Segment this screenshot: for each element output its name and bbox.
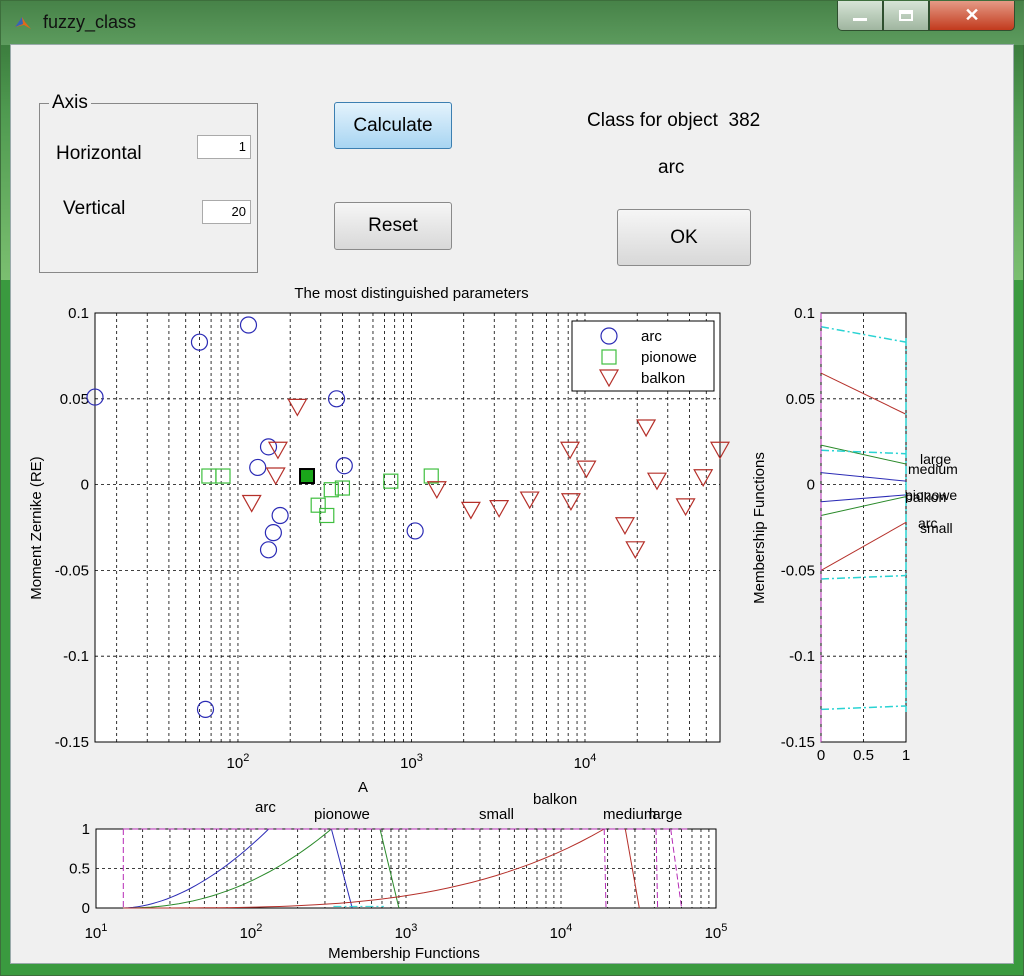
main-y-tick-label: 0.05 <box>60 391 89 408</box>
bottom-x-tick-label: 101 <box>85 922 108 942</box>
main-y-tick-label: -0.1 <box>63 648 89 665</box>
bottom-x-axis-label: Membership Functions <box>328 945 480 962</box>
right-y-tick-label: -0.05 <box>781 562 815 579</box>
right-x-tick-label: 1 <box>902 747 910 764</box>
bottom-curve-label-pionowe: pionowe <box>314 806 370 823</box>
bottom-x-tick-label: 104 <box>550 922 573 942</box>
right-curve-label-balkon: balkon <box>905 489 946 505</box>
right-y-tick-label: 0.05 <box>786 391 815 408</box>
right-y-tick-label: -0.1 <box>789 648 815 665</box>
right-y-axis-label: Membership Functions <box>751 452 768 604</box>
right-y-tick-label: 0.1 <box>794 305 815 322</box>
bottom-y-tick-label: 0 <box>82 900 90 917</box>
legend-label-arc: arc <box>641 328 662 345</box>
selected-object-marker <box>299 468 316 485</box>
charts-layer: 0.1 0.05 0 -0.05 -0.1 -0.15 102 103 104 The most … <box>28 285 958 962</box>
main-x-tick-label: 104 <box>574 752 597 772</box>
main-x-tick-label: 103 <box>400 752 423 772</box>
main-y-axis-label: Moment Zernike (RE) <box>28 456 45 599</box>
legend-label-pionowe: pionowe <box>641 349 697 366</box>
legend-label-balkon: balkon <box>641 370 685 387</box>
bottom-x-tick-label: 103 <box>395 922 418 942</box>
main-y-tick-label: 0 <box>81 477 89 494</box>
bottom-y-tick-label: 1 <box>82 821 90 838</box>
main-y-tick-label: 0.1 <box>68 305 89 322</box>
main-x-tick-label: 102 <box>227 752 250 772</box>
right-curve-label-small: small <box>920 520 953 536</box>
bottom-curve-label-balkon: balkon <box>533 791 577 808</box>
right-curve-label-medium: medium <box>908 461 958 477</box>
right-x-tick-label: 0 <box>817 747 825 764</box>
main-x-axis-label: A <box>358 779 368 796</box>
right-y-tick-label: 0 <box>807 477 815 494</box>
main-chart-title: The most distinguished parameters <box>294 285 528 302</box>
bottom-x-tick-label: 102 <box>240 922 263 942</box>
bottom-curve-label-small: small <box>479 806 514 823</box>
main-y-tick-label: -0.05 <box>55 562 89 579</box>
right-y-tick-label: -0.15 <box>781 734 815 751</box>
bottom-y-tick-label: 0.5 <box>69 861 90 878</box>
right-plot-area <box>820 312 907 743</box>
main-y-tick-label: -0.15 <box>55 734 89 751</box>
bottom-curve-label-large: large <box>649 806 682 823</box>
right-x-tick-label: 0.5 <box>853 747 874 764</box>
bottom-x-tick-label: 105 <box>705 922 728 942</box>
bottom-curve-label-arc: arc <box>255 799 276 816</box>
